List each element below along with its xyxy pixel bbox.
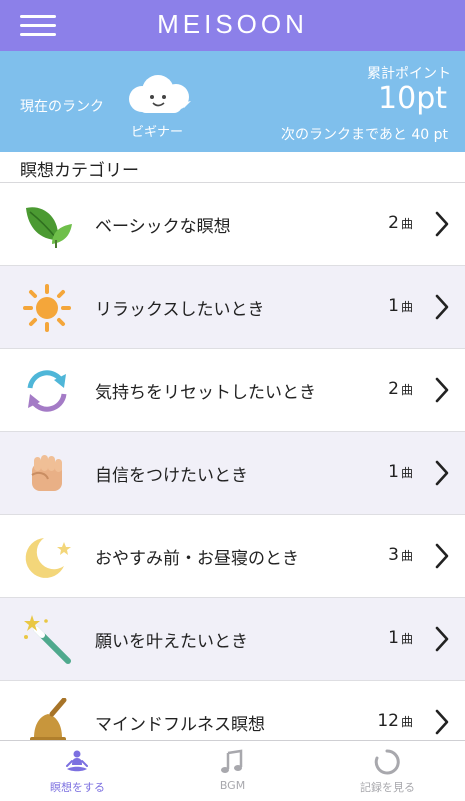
category-row-wish[interactable]: 願いを叶えたいとき 1曲: [0, 598, 465, 681]
category-section-title: 瞑想カテゴリー: [20, 161, 139, 181]
current-rank-label: 現在のランク: [20, 99, 104, 115]
category-label: 自信をつけたいとき: [95, 466, 248, 486]
track-count: 3曲: [388, 545, 413, 565]
category-row-confidence[interactable]: 自信をつけたいとき 1曲: [0, 432, 465, 515]
category-row-reset[interactable]: 気持ちをリセットしたいとき 2曲: [0, 349, 465, 432]
category-row-sleep[interactable]: おやすみ前・お昼寝のとき 3曲: [0, 515, 465, 598]
tab-label: BGM: [219, 779, 246, 792]
leaf-icon: [26, 207, 72, 248]
fist-icon: [31, 455, 62, 491]
track-count: 2曲: [388, 213, 413, 233]
category-label: おやすみ前・お昼寝のとき: [95, 549, 299, 569]
track-count: 12 曲: [377, 711, 413, 731]
tab-meditate[interactable]: 瞑想をする: [0, 741, 155, 801]
category-label: リラックスしたいとき: [95, 300, 265, 320]
chevron-right-icon: [435, 626, 449, 652]
chevron-right-icon: [435, 543, 449, 569]
magic-wand-icon: [24, 615, 71, 664]
music-note-icon: [221, 749, 243, 773]
category-label: ベーシックな瞑想: [95, 217, 231, 237]
bottom-tab-bar: 瞑想をする BGM 記録を見る: [0, 740, 465, 801]
next-rank-text: 次のランクまであと 40 pt: [281, 127, 448, 143]
cloud-icon: [129, 75, 191, 113]
chevron-right-icon: [435, 377, 449, 403]
tab-records[interactable]: 記録を見る: [310, 741, 465, 801]
total-points-value: 10pt: [378, 81, 447, 116]
category-row-basic[interactable]: ベーシックな瞑想 2曲: [0, 183, 465, 266]
total-points-label: 累計ポイント: [367, 66, 451, 82]
moon-icon: [25, 538, 71, 578]
category-list: ベーシックな瞑想 2曲 リラックスしたいとき 1曲 気持ちをリセットしたいとき …: [0, 182, 465, 764]
track-count: 2曲: [388, 379, 413, 399]
meditation-icon: [66, 750, 88, 772]
track-count: 1曲: [388, 628, 413, 648]
category-label: 願いを叶えたいとき: [95, 632, 248, 652]
category-label: マインドフルネス瞑想: [95, 715, 265, 735]
rank-banner: 現在のランク ビギナー 累計ポイント 10pt 次のランクまであと 40 pt: [0, 51, 465, 152]
tab-bgm[interactable]: BGM: [155, 741, 310, 801]
app-title: MEISOON: [157, 9, 308, 39]
chevron-right-icon: [435, 211, 449, 237]
tab-label: 記録を見る: [360, 781, 415, 794]
sun-icon: [23, 284, 71, 332]
track-count: 1曲: [388, 462, 413, 482]
track-count: 1曲: [388, 296, 413, 316]
chevron-right-icon: [435, 709, 449, 735]
refresh-icon: [27, 370, 67, 412]
chevron-right-icon: [435, 294, 449, 320]
category-label: 気持ちをリセットしたいとき: [95, 383, 316, 403]
app-header: MEISOON: [0, 0, 465, 51]
rank-name: ビギナー: [130, 125, 183, 140]
chevron-right-icon: [435, 460, 449, 486]
category-row-relax[interactable]: リラックスしたいとき 1曲: [0, 266, 465, 349]
loading-ring-icon: [374, 749, 400, 775]
tab-label: 瞑想をする: [50, 781, 105, 794]
